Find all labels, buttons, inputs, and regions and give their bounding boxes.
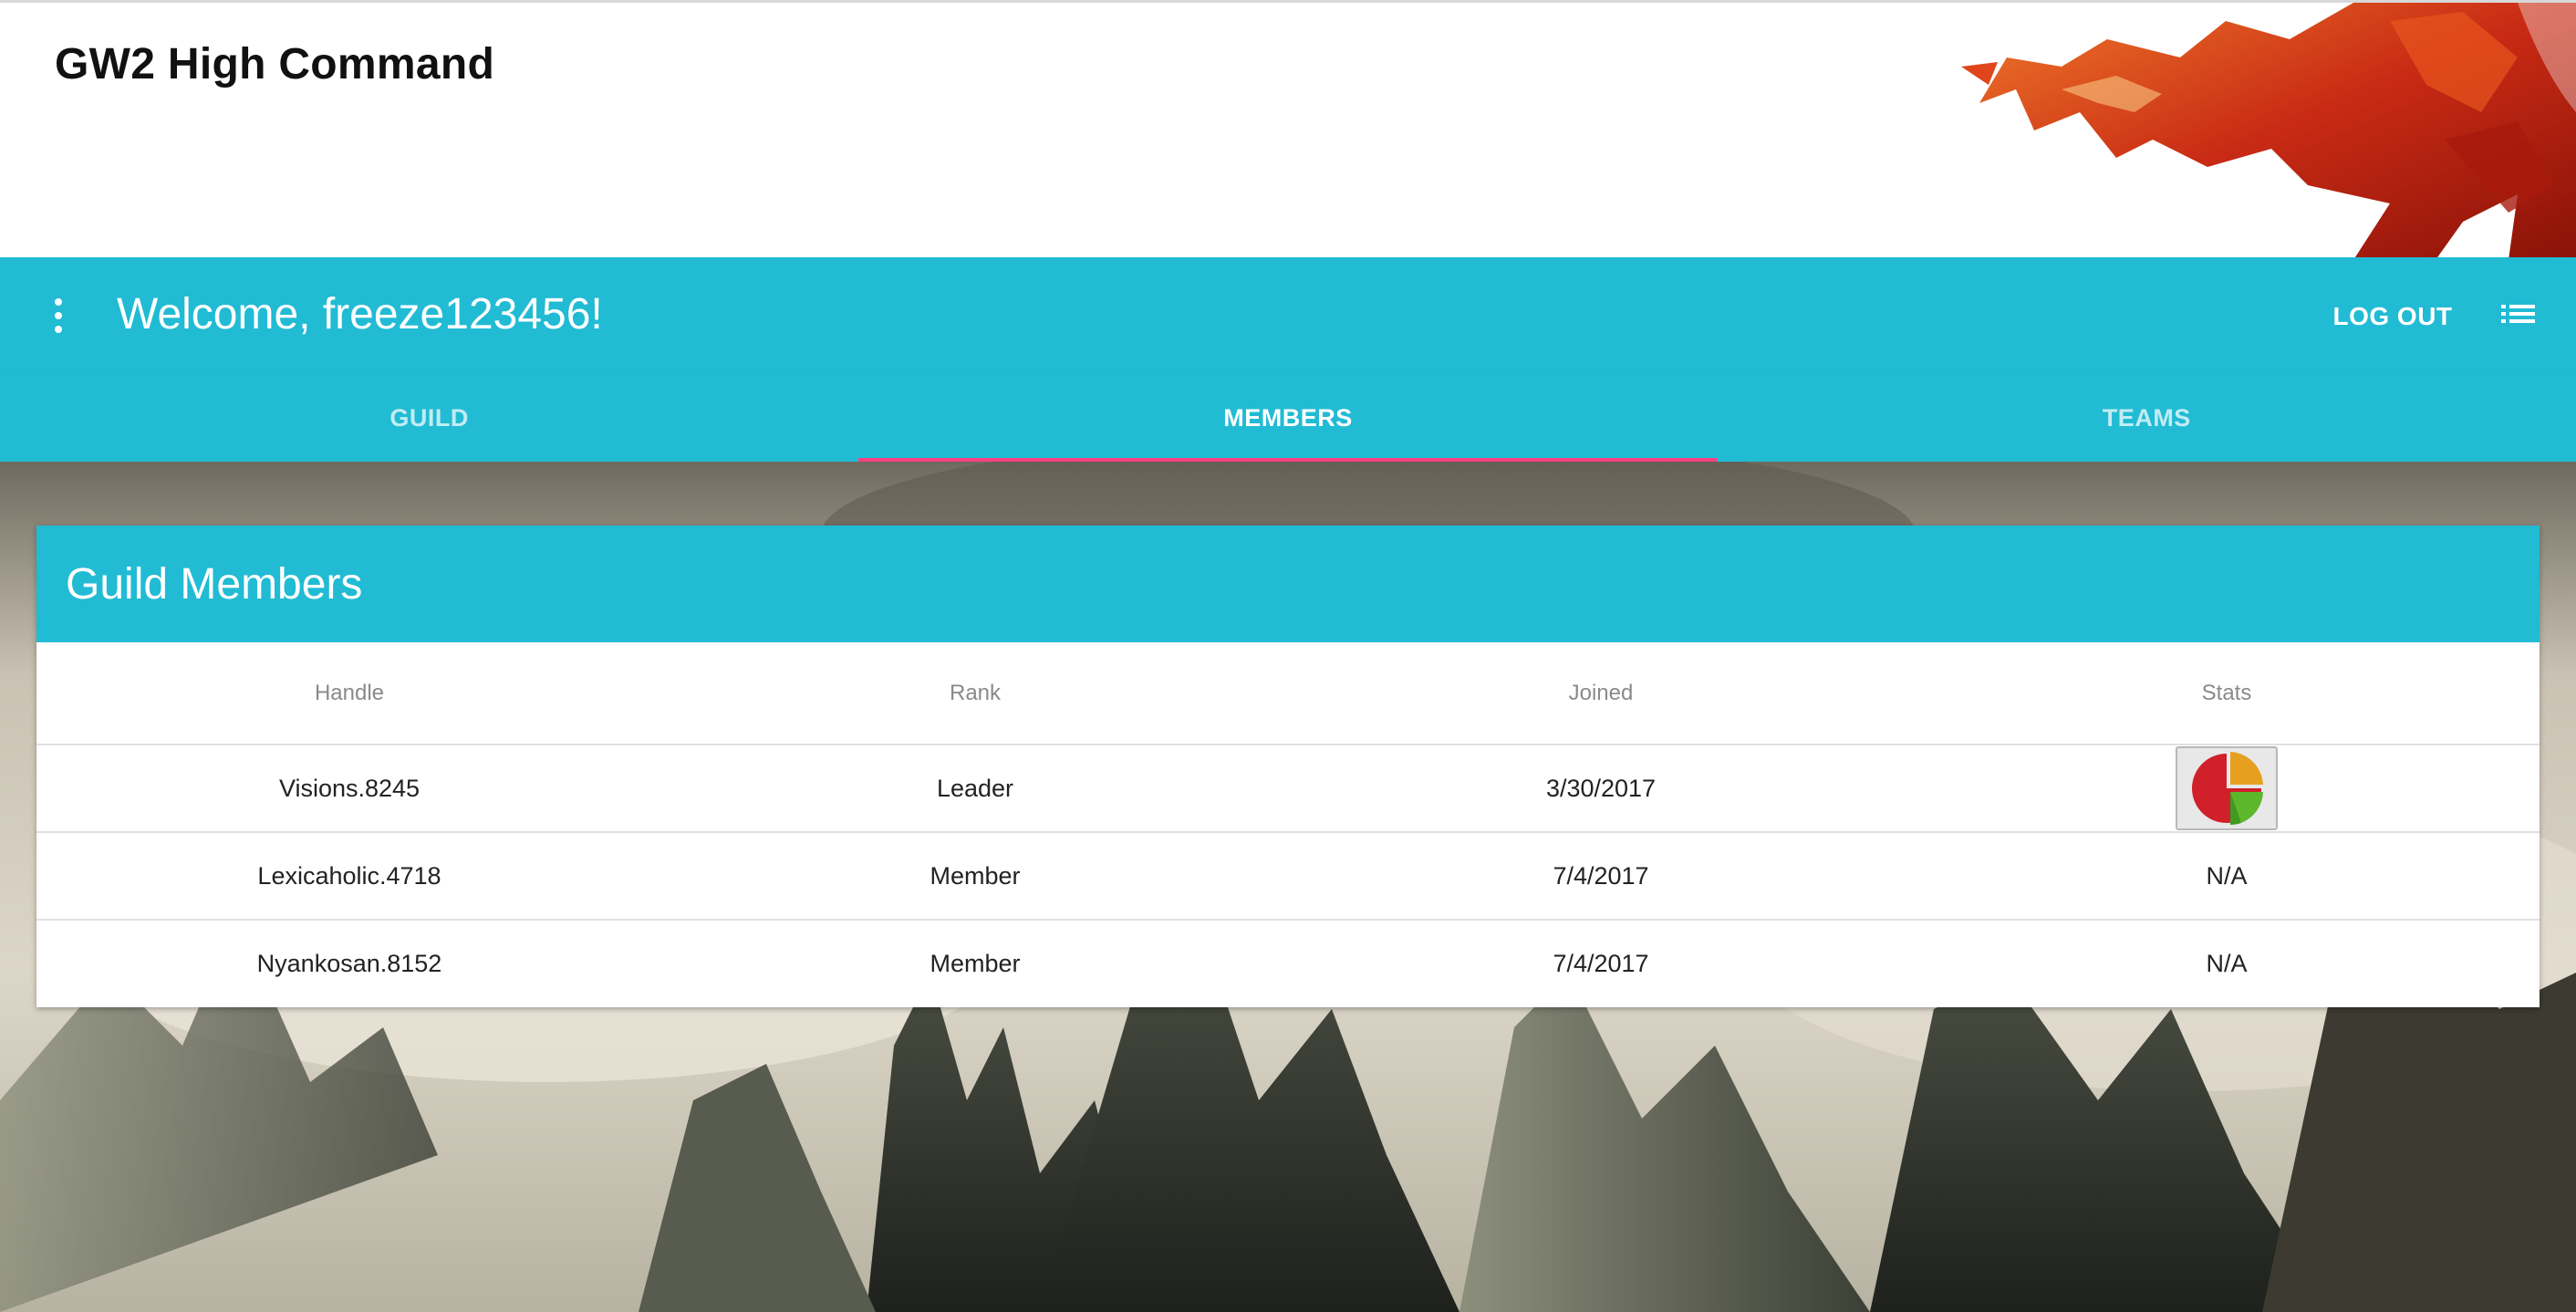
card-title: Guild Members [66, 559, 363, 609]
member-rank: Member [662, 832, 1288, 921]
member-handle: Visions.8245 [36, 745, 662, 833]
column-header-handle: Handle [36, 642, 662, 745]
member-stats: N/A [1914, 832, 2540, 921]
table-row: Lexicaholic.4718 Member 7/4/2017 N/A [36, 832, 2540, 921]
column-header-joined: Joined [1288, 642, 1914, 745]
pie-chart-icon [2192, 752, 2263, 825]
member-joined: 3/30/2017 [1288, 745, 1914, 833]
members-table: Handle Rank Joined Stats Visions.8245 Le… [36, 642, 2540, 1007]
member-rank: Member [930, 950, 1021, 977]
column-header-stats: Stats [1914, 642, 2540, 745]
card-header: Guild Members [36, 526, 2540, 642]
site-title: GW2 High Command [55, 40, 495, 89]
member-joined: 7/4/2017 [1288, 832, 1914, 921]
tab-teams[interactable]: TEAMS [1718, 374, 2576, 462]
welcome-message: Welcome, freeze123456! [117, 290, 603, 338]
app-bar: Welcome, freeze123456! LOG OUT [0, 257, 2576, 374]
member-handle: Lexicaholic.4718 [36, 832, 662, 921]
tab-bar: GUILD MEMBERS TEAMS [0, 374, 2576, 462]
tab-members[interactable]: MEMBERS [858, 374, 1718, 462]
column-header-rank: Rank [662, 642, 1288, 745]
member-handle: Nyankosan.8152 [256, 950, 442, 977]
table-row: Nyankosan.8152 Member 7/4/2017 N/A [36, 920, 2540, 1007]
tab-guild[interactable]: GUILD [0, 374, 858, 462]
table-row: Visions.8245 Leader 3/30/2017 [36, 745, 2540, 833]
member-stats: N/A [2206, 950, 2248, 977]
table-header-row: Handle Rank Joined Stats [36, 642, 2540, 745]
more-vert-icon[interactable] [47, 292, 69, 339]
logout-button[interactable]: LOG OUT [2308, 294, 2477, 339]
member-joined: 7/4/2017 [1553, 950, 1649, 977]
member-rank: Leader [662, 745, 1288, 833]
guild-members-card: Guild Members Handle Rank Joined Stats V… [36, 526, 2540, 1007]
site-header: GW2 High Command [0, 0, 2576, 257]
list-icon[interactable] [2501, 299, 2538, 332]
dragon-logo-image [1961, 3, 2576, 257]
member-stats [1914, 745, 2540, 833]
stats-button[interactable] [2176, 746, 2278, 830]
